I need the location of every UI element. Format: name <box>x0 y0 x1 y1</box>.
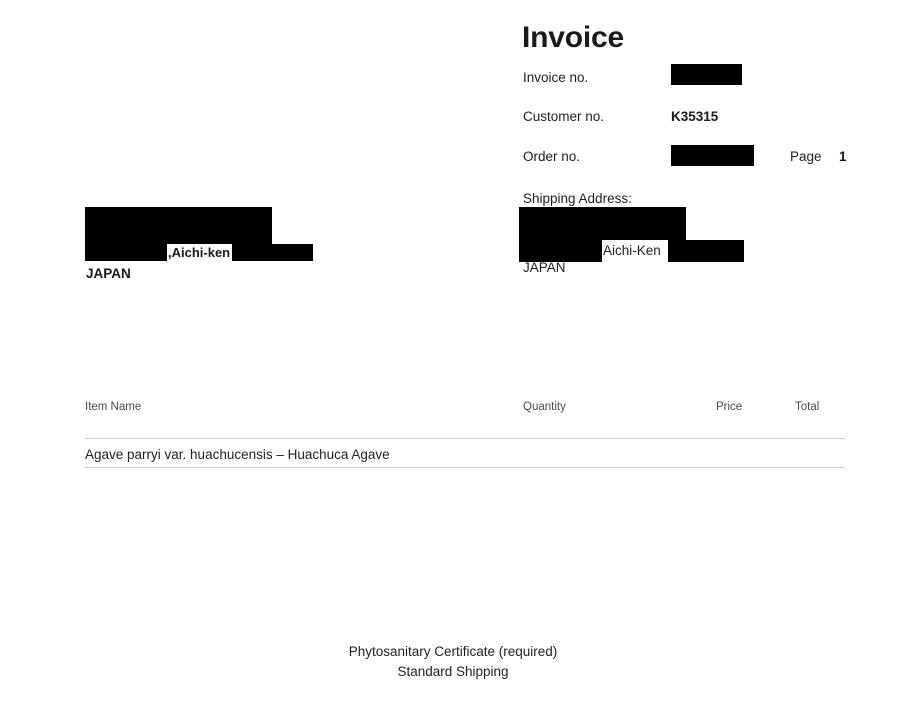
table-divider-bottom <box>85 467 845 468</box>
column-header-quantity: Quantity <box>523 401 566 413</box>
page-label: Page <box>790 149 822 164</box>
footer-certificate-note: Phytosanitary Certificate (required) <box>348 644 558 659</box>
billing-address-redaction-upper <box>85 207 272 244</box>
invoice-no-redaction <box>671 64 742 85</box>
column-header-item-name: Item Name <box>85 401 142 413</box>
customer-no-label: Customer no. <box>523 109 605 124</box>
order-no-label: Order no. <box>523 149 581 164</box>
page-number: 1 <box>839 149 847 164</box>
table-divider-top <box>85 438 845 439</box>
invoice-page: Invoice Invoice no. Customer no. K35315 … <box>0 0 906 719</box>
footer-shipping-note: Standard Shipping <box>397 664 509 679</box>
order-no-redaction <box>671 145 754 166</box>
billing-address-city: ,Aichi-ken <box>168 245 231 260</box>
invoice-no-label: Invoice no. <box>523 70 589 85</box>
table-row: Agave parryi var. huachucensis – Huachuc… <box>85 447 390 462</box>
billing-address-country: JAPAN <box>86 266 131 281</box>
shipping-address-heading: Shipping Address: <box>523 191 632 206</box>
column-header-total: Total <box>795 401 820 413</box>
shipping-address-country: JAPAN <box>523 260 566 275</box>
shipping-address-redaction-upper <box>519 207 686 240</box>
page-title: Invoice <box>522 21 624 54</box>
shipping-address-city: Aichi-Ken <box>603 243 661 258</box>
customer-no-value: K35315 <box>671 109 719 124</box>
column-header-price: Price <box>716 401 743 413</box>
